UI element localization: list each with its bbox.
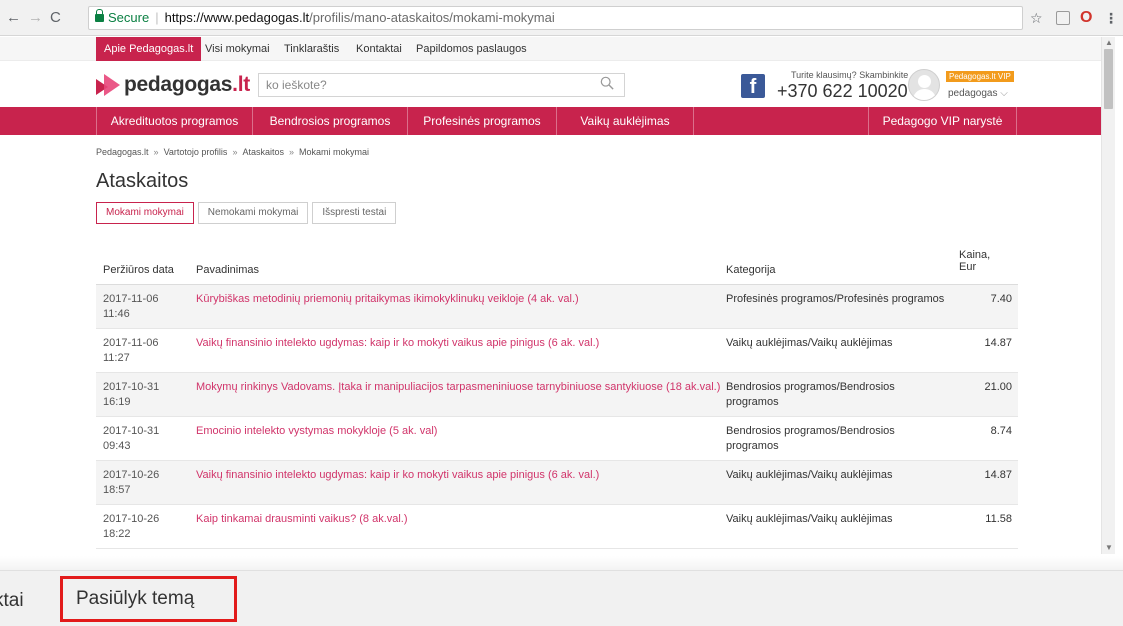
row-category: Profesinės programos/Profesinės programo…	[726, 293, 945, 305]
row-category: Bendrosios programos/Bendrosios programo…	[726, 381, 895, 408]
header-category: Kategorija	[726, 264, 776, 276]
browser-toolbar: ← → C Secure | https://www.pedagogas.lt/pr…	[0, 0, 1123, 36]
table-row: 2017-11-06 11:46 Kūrybiškas metodinių prie…	[96, 285, 1018, 329]
user-name: pedagogas	[948, 88, 998, 99]
nav-vip-membership[interactable]: Pedagogo VIP narystė	[869, 107, 1017, 135]
search-input[interactable]: ko ieškote?	[258, 73, 625, 97]
table-row: 2017-10-31 09:43 Emocinio intelekto vystym…	[96, 417, 1018, 461]
chevron-down-icon: ⌵	[1000, 88, 1008, 99]
breadcrumb-current: Mokami mokymai	[299, 147, 370, 157]
topbar-link-contacts[interactable]: Kontaktai	[348, 37, 410, 61]
row-view-date: 2017-10-31 09:43	[103, 425, 160, 452]
row-view-date: 2017-10-31 16:19	[103, 381, 160, 408]
row-price: 21.00	[984, 381, 1012, 393]
row-category: Vaikų auklėjimas/Vaikų auklėjimas	[726, 337, 893, 349]
scroll-up-icon[interactable]: ▲	[1105, 38, 1113, 47]
address-bar[interactable]: Secure | https://www.pedagogas.lt/profilis…	[88, 6, 1023, 30]
breadcrumb-reports[interactable]: Ataskaitos	[242, 147, 284, 157]
scroll-thumb[interactable]	[1104, 49, 1113, 109]
url-path: /profilis/mano-ataskaitos/mokami-mokymai	[309, 10, 555, 25]
logo-text: pedagogas.lt	[124, 73, 250, 96]
row-course-link[interactable]: Kaip tinkamai drausminti vaikus? (8 ak.v…	[196, 512, 721, 527]
breadcrumb: Pedagogas.lt» Vartotojo profilis» Ataskait…	[96, 147, 370, 157]
table-row: 2017-11-06 11:27 Vaikų finansinio intelekt…	[96, 329, 1018, 373]
user-menu[interactable]: pedagogas ⌵	[948, 88, 1008, 99]
topbar-link-about[interactable]: Apie Pedagogas.lt	[96, 37, 202, 61]
row-course-link[interactable]: Vaikų finansinio intelekto ugdymas: kaip…	[196, 336, 721, 351]
table-row: 2017-10-26 18:57 Vaikų finansinio intelekt…	[96, 461, 1018, 505]
topbar-link-all-courses[interactable]: Visi mokymai	[197, 37, 278, 61]
forward-icon[interactable]: →	[28, 9, 43, 27]
row-price: 7.40	[990, 293, 1012, 305]
main-nav: Akredituotos programos Bendrosios progra…	[0, 107, 1101, 135]
row-view-date: 2017-11-06 11:46	[103, 293, 159, 320]
nav-professional-programs[interactable]: Profesinės programos	[408, 107, 557, 135]
facebook-icon[interactable]: f	[741, 74, 765, 98]
contact-phone[interactable]: +370 622 10020	[777, 81, 908, 102]
site-logo[interactable]: pedagogas.lt	[96, 72, 250, 98]
row-category: Vaikų auklėjimas/Vaikų auklėjimas	[726, 469, 893, 481]
bottom-shadow	[0, 556, 1123, 570]
contact-note: Turite klausimų? Skambinkite	[791, 70, 909, 80]
header-title: Pavadinimas	[196, 264, 259, 276]
row-view-date: 2017-11-06 11:27	[103, 337, 159, 364]
lock-icon	[95, 9, 104, 22]
header-price: Kaina, Eur	[959, 249, 991, 273]
row-price: 14.87	[984, 337, 1012, 349]
row-course-link[interactable]: Vaikų finansinio intelekto ugdymas: kaip…	[196, 468, 721, 483]
footer-link-contacts-fragment[interactable]: ktai	[0, 590, 24, 612]
reload-icon[interactable]: C	[50, 9, 61, 27]
row-price: 8.74	[990, 425, 1012, 437]
scroll-down-icon[interactable]: ▼	[1105, 543, 1113, 552]
star-icon[interactable]: ☆	[1030, 9, 1043, 27]
table-header: Peržiūros data Pavadinimas Kategorija Ka…	[96, 244, 1018, 285]
row-course-link[interactable]: Mokymų rinkinys Vadovams. Įtaka ir manip…	[196, 380, 721, 395]
nav-general-programs[interactable]: Bendrosios programos	[253, 107, 408, 135]
row-price: 14.87	[984, 469, 1012, 481]
menu-icon[interactable]: ⋮	[1104, 9, 1118, 27]
report-tabs: Mokami mokymai Nemokami mokymai Išsprest…	[96, 202, 400, 224]
top-utility-bar: Apie Pedagogas.lt Visi mokymai Tinklaraš…	[0, 37, 1101, 61]
tab-solved-tests[interactable]: Išspresti testai	[312, 202, 397, 224]
row-price: 11.58	[985, 513, 1012, 525]
secure-label: Secure	[108, 10, 150, 25]
row-category: Vaikų auklėjimas/Vaikų auklėjimas	[726, 513, 893, 525]
row-course-link[interactable]: Kūrybiškas metodinių priemonių pritaikym…	[196, 292, 721, 307]
vip-badge: Pedagogas.lt VIP	[946, 71, 1014, 82]
site-header: pedagogas.lt ko ieškote? f Turite klausi…	[0, 62, 1101, 106]
avatar[interactable]	[908, 69, 940, 101]
page-scrollbar[interactable]: ▲ ▼	[1101, 37, 1115, 554]
row-view-date: 2017-10-26 18:57	[103, 469, 160, 496]
tab-free-courses[interactable]: Nemokami mokymai	[197, 202, 309, 224]
tab-paid-courses[interactable]: Mokami mokymai	[96, 202, 194, 224]
search-placeholder: ko ieškote?	[266, 78, 327, 92]
table-body: 2017-11-06 11:46 Kūrybiškas metodinių prie…	[96, 285, 1018, 549]
row-view-date: 2017-10-26 18:22	[103, 513, 160, 540]
search-icon[interactable]	[600, 76, 614, 90]
table-row: 2017-10-26 18:22 Kaip tinkamai drausminti …	[96, 505, 1018, 549]
reports-table: Peržiūros data Pavadinimas Kategorija Ka…	[96, 244, 1018, 549]
breadcrumb-profile[interactable]: Vartotojo profilis	[164, 147, 228, 157]
header-view-date: Peržiūros data	[103, 264, 174, 276]
logo-mark-icon	[96, 74, 120, 96]
extension-icon[interactable]	[1056, 11, 1070, 25]
nav-child-upbringing[interactable]: Vaikų auklėjimas	[557, 107, 694, 135]
row-course-link[interactable]: Emocinio intelekto vystymas mokykloje (5…	[196, 424, 721, 439]
row-category: Bendrosios programos/Bendrosios programo…	[726, 425, 895, 452]
url-host: https://www.pedagogas.lt	[164, 10, 310, 25]
back-icon[interactable]: ←	[6, 9, 21, 27]
footer-link-suggest-topic[interactable]: Pasiūlyk temą	[76, 588, 194, 610]
topbar-link-blog[interactable]: Tinklaraštis	[276, 37, 347, 61]
breadcrumb-home[interactable]: Pedagogas.lt	[96, 147, 149, 157]
nav-accredited-programs[interactable]: Akredituotos programos	[97, 107, 253, 135]
omnibox-separator: |	[155, 10, 159, 25]
zoomed-footer-menu: ktai Pasiūlyk temą	[0, 570, 1123, 626]
page-title: Ataskaitos	[96, 170, 189, 192]
table-row: 2017-10-31 16:19 Mokymų rinkinys Vadovams.…	[96, 373, 1018, 417]
opera-icon[interactable]: O	[1080, 9, 1092, 27]
topbar-link-services[interactable]: Papildomos paslaugos	[408, 37, 535, 61]
